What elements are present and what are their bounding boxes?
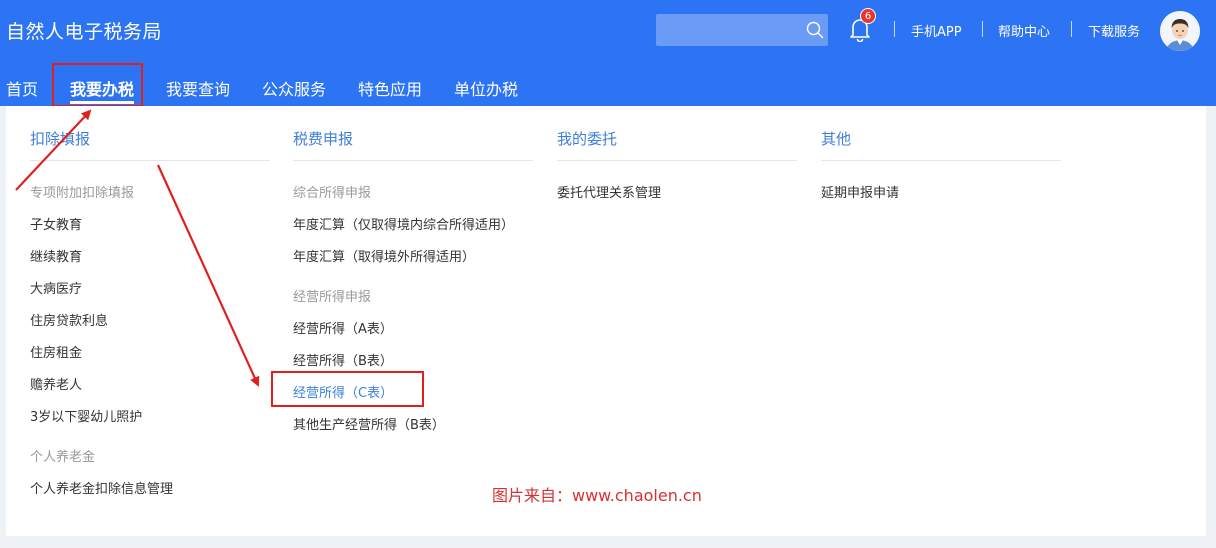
menu-item-personal-pension[interactable]: 个人养老金扣除信息管理	[30, 478, 173, 497]
search-icon[interactable]	[806, 21, 824, 39]
group-title-personal-pension: 个人养老金	[30, 450, 96, 465]
menu-item-continuing-education[interactable]: 继续教育	[30, 246, 82, 265]
column-divider	[821, 160, 1061, 161]
column-title-deductions: 扣除填报	[30, 130, 91, 148]
help-center-link[interactable]: 帮助中心	[998, 21, 1050, 40]
menu-item-children-education[interactable]: 子女教育	[30, 214, 82, 233]
menu-item-other-business-income-b[interactable]: 其他生产经营所得（B表）	[293, 414, 445, 433]
menu-item-housing-loan-interest[interactable]: 住房贷款利息	[30, 310, 108, 329]
menu-item-housing-rent[interactable]: 住房租金	[30, 342, 82, 361]
column-title-my-delegation: 我的委托	[557, 130, 618, 148]
search-box[interactable]	[656, 14, 828, 46]
menu-item-serious-illness[interactable]: 大病医疗	[30, 278, 82, 297]
download-service-link[interactable]: 下载服务	[1088, 21, 1140, 40]
user-avatar-icon	[1160, 11, 1200, 51]
column-divider	[293, 160, 533, 161]
menu-item-infant-care[interactable]: 3岁以下婴幼儿照护	[30, 406, 142, 425]
nav-highlight-box	[52, 63, 143, 107]
watermark-text: 图片来自：www.chaolen.cn	[492, 486, 702, 505]
menu-item-annual-settlement-domestic[interactable]: 年度汇算（仅取得境内综合所得适用）	[293, 214, 514, 233]
app-title: 自然人电子税务局	[6, 21, 163, 43]
menu-item-delegation-management[interactable]: 委托代理关系管理	[557, 182, 661, 201]
nav-public-service[interactable]: 公众服务	[262, 76, 326, 100]
column-divider	[30, 160, 270, 161]
selected-item-highlight-box	[271, 371, 424, 407]
header-divider	[1071, 21, 1072, 37]
avatar[interactable]	[1160, 11, 1200, 51]
nav-featured-apps[interactable]: 特色应用	[358, 76, 422, 100]
header-divider	[894, 21, 895, 37]
column-divider	[557, 160, 797, 161]
mobile-app-link[interactable]: 手机APP	[911, 21, 962, 40]
group-title-special-deductions: 专项附加扣除填报	[30, 186, 135, 201]
nav-employer-tax[interactable]: 单位办税	[454, 76, 518, 100]
nav-query[interactable]: 我要查询	[166, 76, 230, 100]
search-input[interactable]	[656, 14, 816, 46]
nav-home[interactable]: 首页	[6, 76, 38, 100]
top-header: 自然人电子税务局 6 手机APP 帮助中心 下载服务 首页 我要办税 我要查询 …	[0, 0, 1216, 106]
menu-item-annual-settlement-overseas[interactable]: 年度汇算（取得境外所得适用）	[293, 246, 475, 265]
dropdown-menu-panel	[6, 106, 1206, 536]
group-title-business-income: 经营所得申报	[293, 290, 372, 305]
column-title-tax-filing: 税费申报	[293, 130, 354, 148]
menu-item-business-income-b[interactable]: 经营所得（B表）	[293, 350, 393, 369]
menu-item-business-income-a[interactable]: 经营所得（A表）	[293, 318, 393, 337]
column-title-other: 其他	[821, 130, 852, 148]
group-title-comprehensive-income: 综合所得申报	[293, 186, 372, 201]
notification-badge: 6	[860, 8, 876, 24]
menu-item-elderly-support[interactable]: 赡养老人	[30, 374, 82, 393]
menu-item-extension-application[interactable]: 延期申报申请	[821, 182, 899, 201]
header-divider	[982, 21, 983, 37]
